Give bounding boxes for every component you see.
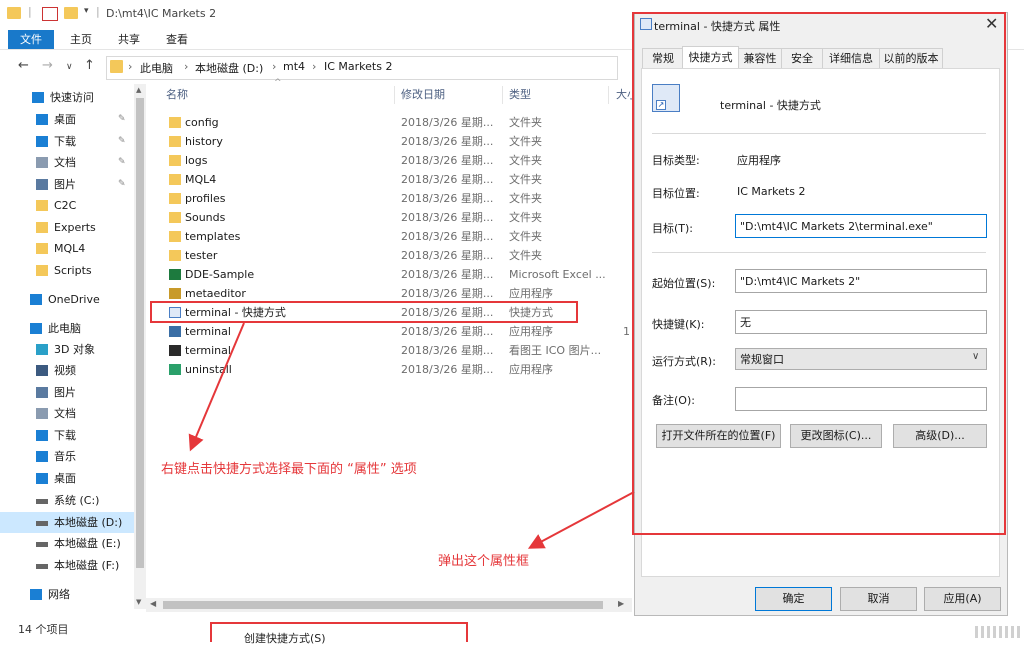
arrow-to-dialog (527, 491, 635, 549)
arrow-to-shortcut (188, 322, 245, 452)
annotation-arrows (188, 322, 635, 549)
